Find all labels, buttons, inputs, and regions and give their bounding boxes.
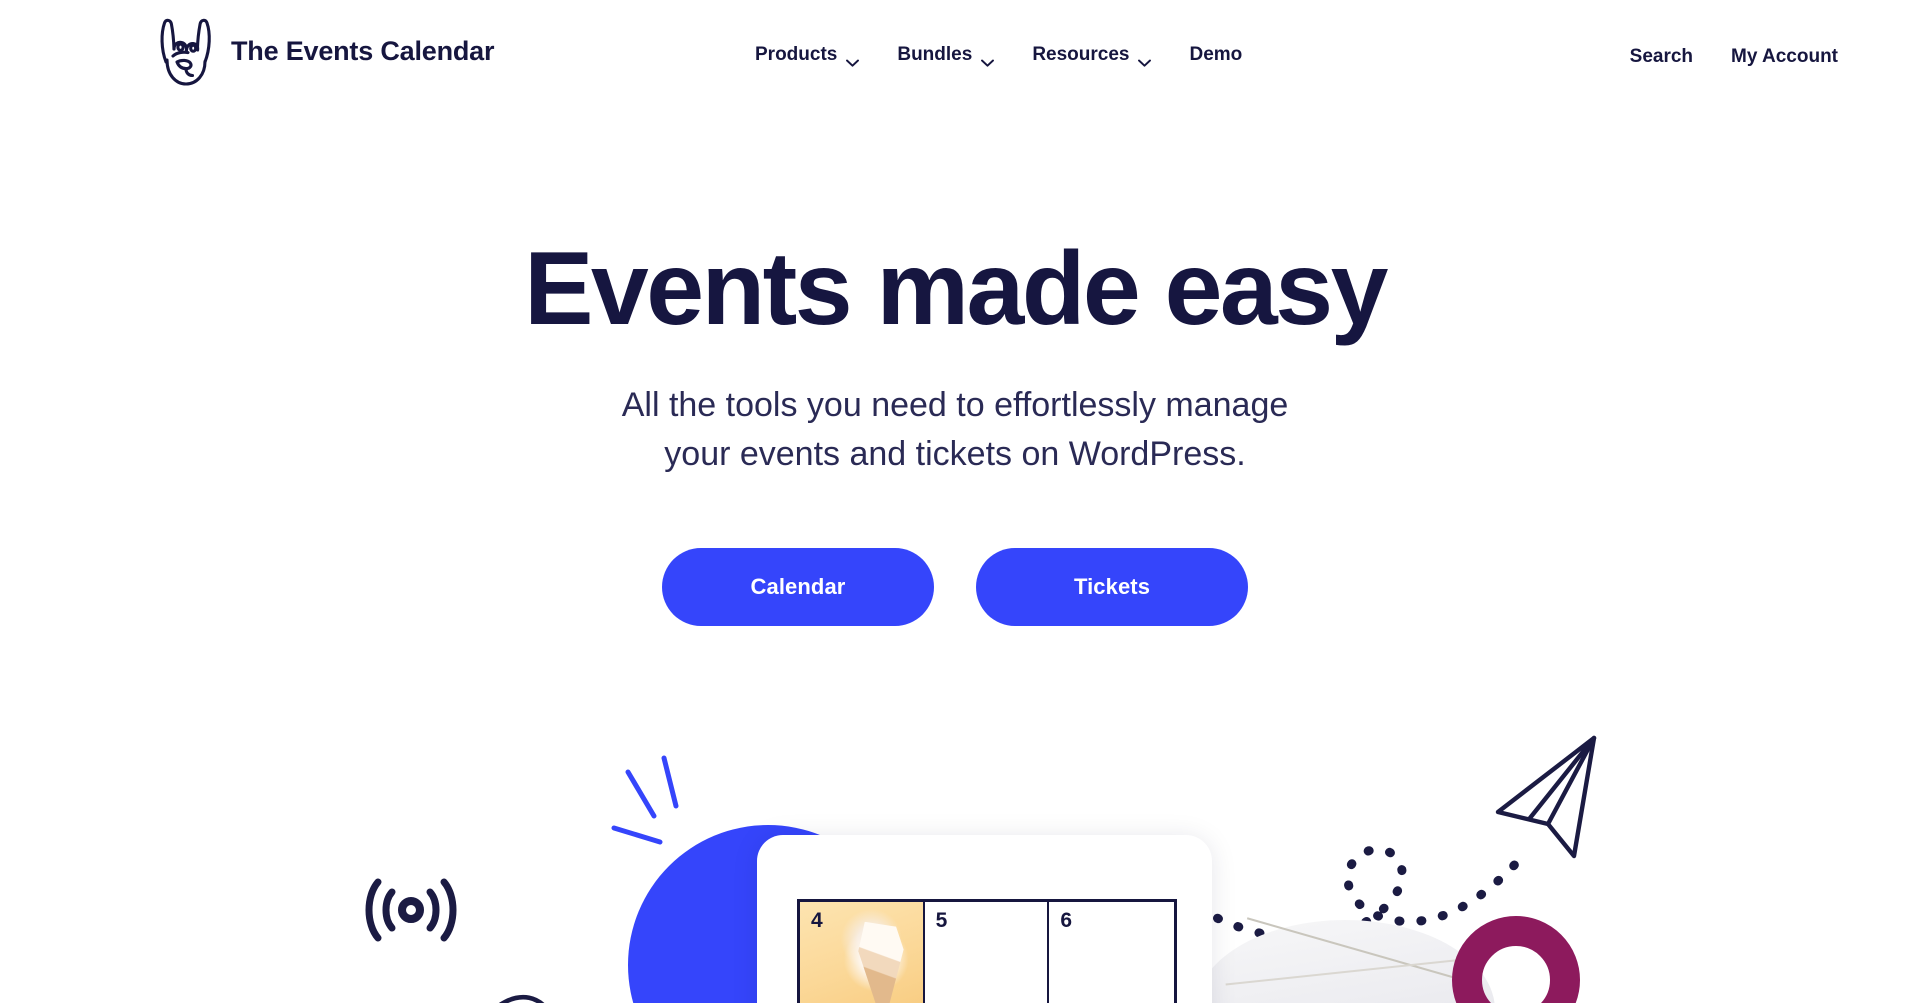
nav-item-bundles-label: Bundles <box>897 44 973 65</box>
calendar-button[interactable]: Calendar <box>662 547 934 626</box>
nav-item-resources[interactable]: Resources <box>1032 44 1152 67</box>
chevron-down-icon <box>846 51 860 67</box>
nav-item-products-label: Products <box>755 44 838 65</box>
calendar-day-cell[interactable]: 4 <box>800 902 925 1003</box>
utility-navigation: Search My Account <box>1630 46 1838 68</box>
hero-subtitle-line-1: All the tools you need to effortlessly m… <box>621 386 1289 425</box>
page-title: Events made easy <box>524 231 1388 347</box>
calendar-day-cell[interactable]: 5 <box>925 902 1050 1003</box>
hero-illustration: 4 5 6 7 8 9 <box>0 720 1910 1003</box>
paper-plane-icon <box>1495 735 1597 859</box>
hero-cta-group: Calendar Tickets <box>0 547 1910 626</box>
rock-hand-dog-logo-icon <box>155 16 217 86</box>
chevron-down-icon <box>981 51 995 67</box>
main-navigation: Products Bundles Resources Demo <box>755 44 1242 67</box>
sparkle-lines <box>611 755 679 845</box>
search-link[interactable]: Search <box>1630 46 1693 68</box>
hero-subtitle: All the tools you need to effortlessly m… <box>0 381 1910 480</box>
hero-section: Events made easy All the tools you need … <box>0 110 1910 750</box>
tickets-button[interactable]: Tickets <box>976 547 1248 626</box>
nav-item-products[interactable]: Products <box>755 44 860 67</box>
nav-item-demo[interactable]: Demo <box>1189 44 1242 66</box>
brand-logo-link[interactable]: The Events Calendar <box>155 16 494 86</box>
calendar-day-number: 6 <box>1060 909 1073 932</box>
chevron-down-icon <box>1138 51 1152 67</box>
hero-subtitle-line-2: your events and tickets on WordPress. <box>664 435 1246 474</box>
calendar-day-cell[interactable]: 6 <box>1049 902 1174 1003</box>
site-header: The Events Calendar Products Bundles Res… <box>0 0 1910 110</box>
calendar-card: 4 5 6 7 8 9 <box>757 835 1212 1003</box>
nav-item-demo-label: Demo <box>1189 44 1243 65</box>
calendar-day-number: 4 <box>811 909 823 932</box>
nav-item-bundles[interactable]: Bundles <box>897 44 995 67</box>
my-account-link[interactable]: My Account <box>1731 46 1838 68</box>
brand-name: The Events Calendar <box>231 35 495 66</box>
nav-item-resources-label: Resources <box>1032 44 1130 65</box>
broadcast-signal-icon <box>365 878 457 942</box>
calendar-grid: 4 5 6 7 8 9 <box>797 899 1177 1003</box>
calendar-day-number: 5 <box>935 909 948 932</box>
